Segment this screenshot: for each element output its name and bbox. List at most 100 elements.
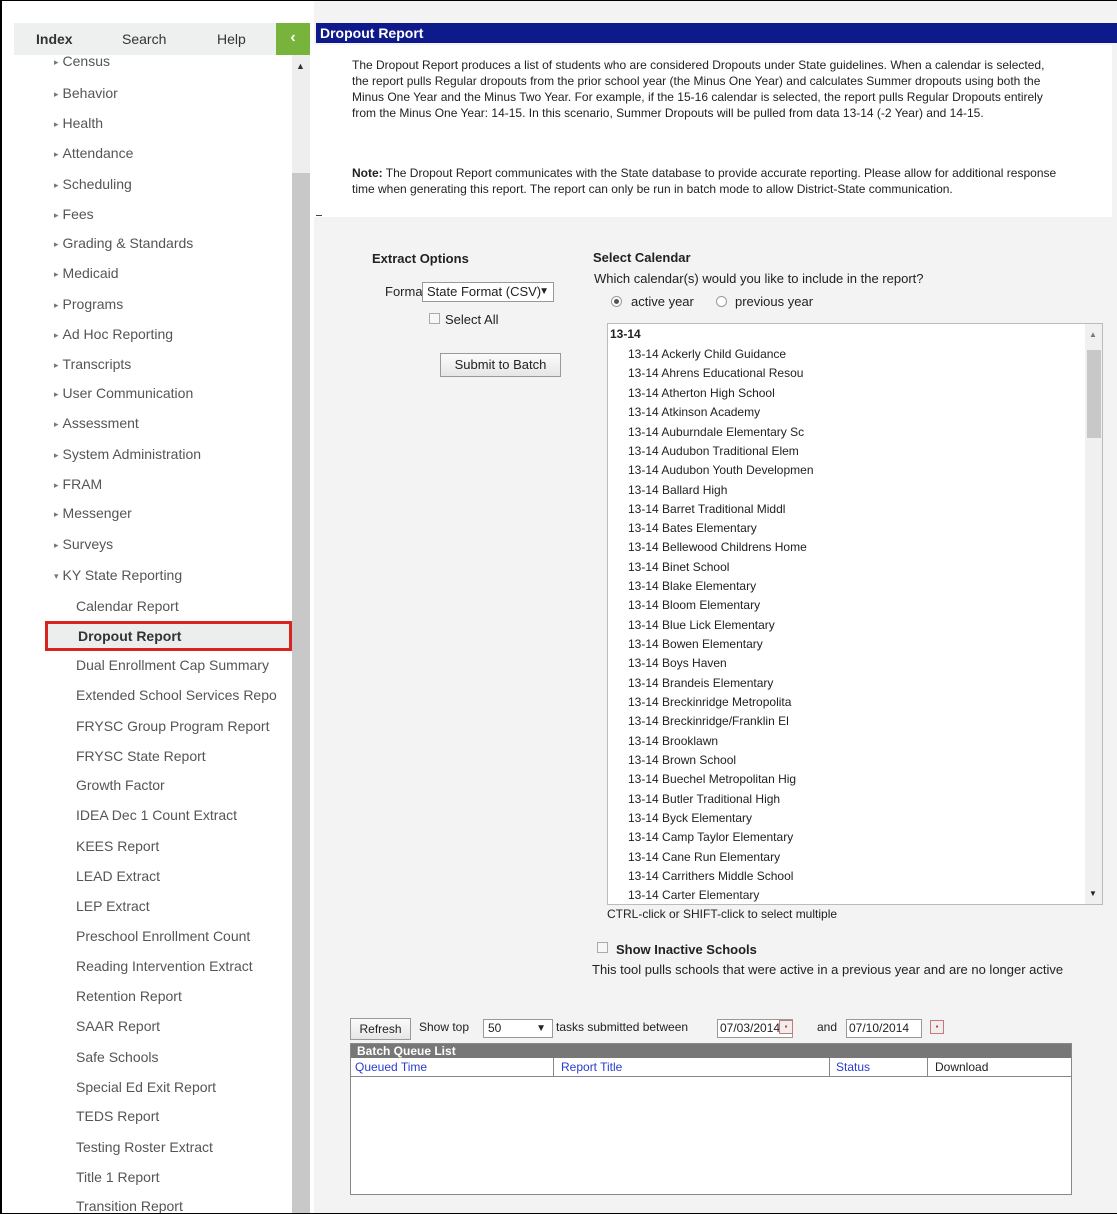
- sidebar-subitem-idea-dec-1-count[interactable]: IDEA Dec 1 Count Extract: [76, 807, 237, 823]
- sidebar-subitem-retention-report[interactable]: Retention Report: [76, 988, 182, 1004]
- scroll-down-icon[interactable]: ▼: [1089, 889, 1097, 898]
- calendar-option[interactable]: 13-14 Ahrens Educational Resou: [628, 366, 803, 380]
- format-select[interactable]: State Format (CSV) ▼: [422, 282, 554, 302]
- sidebar-subitem-frysc-state-report[interactable]: FRYSC State Report: [76, 748, 206, 764]
- calendar-option[interactable]: 13-14 Bellewood Childrens Home: [628, 540, 807, 554]
- column-report-title[interactable]: Report Title: [557, 1058, 830, 1076]
- scroll-up-icon[interactable]: ▲: [296, 61, 305, 71]
- calendar-option[interactable]: 13-14 Buechel Metropolitan Hig: [628, 772, 796, 786]
- batch-queue-table: Batch Queue List Queued Time Report Titl…: [350, 1043, 1072, 1195]
- calendar-picker-icon[interactable]: ▪: [779, 1020, 793, 1034]
- calendar-option[interactable]: 13-14 Byck Elementary: [628, 811, 752, 825]
- calendar-option[interactable]: 13-14 Audubon Youth Developmen: [628, 463, 814, 477]
- tab-search[interactable]: Search: [122, 23, 166, 55]
- calendar-option[interactable]: 13-14 Ackerly Child Guidance: [628, 347, 786, 361]
- calendar-option[interactable]: 13-14 Blue Lick Elementary: [628, 618, 775, 632]
- calendar-option[interactable]: 13-14 Boys Haven: [628, 656, 727, 670]
- sidebar-subitem-growth-factor[interactable]: Growth Factor: [76, 777, 165, 793]
- date-to-field[interactable]: 07/10/2014: [846, 1019, 922, 1038]
- sidebar-item-attendance[interactable]: ▸ Attendance: [54, 145, 133, 161]
- active-year-radio[interactable]: [611, 296, 622, 307]
- sidebar-subitem-reading-intervention[interactable]: Reading Intervention Extract: [76, 958, 253, 974]
- select-all-checkbox[interactable]: [429, 313, 440, 324]
- sidebar-scroll-thumb[interactable]: [292, 173, 310, 1213]
- calendar-option[interactable]: 13-14 Bates Elementary: [628, 521, 757, 535]
- sidebar-item-ky-state-reporting[interactable]: ▾ KY State Reporting: [54, 567, 182, 583]
- scroll-up-icon[interactable]: ▲: [1089, 330, 1097, 339]
- calendar-option[interactable]: 13-14 Breckinridge/Franklin El: [628, 714, 789, 728]
- format-selected-value: State Format (CSV): [427, 284, 542, 299]
- sidebar-item-system-administration[interactable]: ▸ System Administration: [54, 446, 201, 462]
- sidebar-item-fees[interactable]: ▸ Fees: [54, 206, 94, 222]
- calendar-listbox[interactable]: 13-14 13-14 Ackerly Child Guidance 13-14…: [607, 323, 1103, 905]
- submit-to-batch-button[interactable]: Submit to Batch: [440, 353, 561, 377]
- calendar-picker-icon[interactable]: ▪: [930, 1020, 944, 1034]
- sidebar-item-fram[interactable]: ▸ FRAM: [54, 476, 102, 492]
- sidebar-item-scheduling[interactable]: ▸ Scheduling: [54, 176, 132, 192]
- tab-help[interactable]: Help: [217, 23, 246, 55]
- calendar-option[interactable]: 13-14 Audubon Traditional Elem: [628, 444, 799, 458]
- show-inactive-checkbox[interactable]: [597, 942, 608, 953]
- sidebar-item-health[interactable]: ▸ Health: [54, 115, 103, 131]
- sidebar-subitem-dual-enrollment[interactable]: Dual Enrollment Cap Summary: [76, 657, 269, 673]
- show-top-select[interactable]: 50 ▼: [483, 1019, 553, 1038]
- calendar-option[interactable]: 13-14 Auburndale Elementary Sc: [628, 425, 804, 439]
- calendar-option[interactable]: 13-14 Butler Traditional High: [628, 792, 780, 806]
- calendar-option[interactable]: 13-14 Brooklawn: [628, 734, 718, 748]
- sidebar-item-assessment[interactable]: ▸ Assessment: [54, 415, 139, 431]
- sidebar-subitem-extended-school-services[interactable]: Extended School Services Repo: [76, 687, 277, 703]
- sidebar-subitem-saar-report[interactable]: SAAR Report: [76, 1018, 160, 1034]
- sidebar-item-transcripts[interactable]: ▸ Transcripts: [54, 356, 131, 372]
- sidebar-item-programs[interactable]: ▸ Programs: [54, 296, 123, 312]
- calendar-option[interactable]: 13-14 Carter Elementary: [628, 888, 759, 902]
- calendar-option[interactable]: 13-14 Camp Taylor Elementary: [628, 830, 793, 844]
- calendar-list-scrollbar[interactable]: ▲ ▼: [1085, 324, 1102, 904]
- sidebar-subitem-testing-roster[interactable]: Testing Roster Extract: [76, 1139, 213, 1155]
- sidebar-subitem-preschool-enrollment[interactable]: Preschool Enrollment Count: [76, 928, 250, 944]
- column-queued-time[interactable]: Queued Time: [351, 1058, 554, 1076]
- sidebar-subitem-lead-extract[interactable]: LEAD Extract: [76, 868, 160, 884]
- calendar-option[interactable]: 13-14 Binet School: [628, 560, 729, 574]
- sidebar-item-medicaid[interactable]: ▸ Medicaid: [54, 265, 119, 281]
- calendar-option[interactable]: 13-14 Bowen Elementary: [628, 637, 763, 651]
- calendar-option[interactable]: 13-14 Carrithers Middle School: [628, 869, 793, 883]
- sidebar-subitem-kees-report[interactable]: KEES Report: [76, 838, 159, 854]
- sidebar-subitem-transition-report[interactable]: Transition Report: [76, 1198, 183, 1213]
- previous-year-radio[interactable]: [716, 296, 727, 307]
- sidebar-scrollbar[interactable]: ▲: [292, 55, 310, 1213]
- sidebar-item-messenger[interactable]: ▸ Messenger: [54, 505, 132, 521]
- calendar-option[interactable]: 13-14 Ballard High: [628, 483, 727, 497]
- calendar-option[interactable]: 13-14 Breckinridge Metropolita: [628, 695, 791, 709]
- sidebar-item-grading-standards[interactable]: ▸ Grading & Standards: [54, 235, 193, 251]
- sidebar-subitem-special-ed-exit[interactable]: Special Ed Exit Report: [76, 1079, 216, 1095]
- calendar-option[interactable]: 13-14 Brandeis Elementary: [628, 676, 773, 690]
- sidebar-item-census[interactable]: ▸ Census: [54, 55, 110, 69]
- calendar-option[interactable]: 13-14 Atherton High School: [628, 386, 775, 400]
- sidebar-item-behavior[interactable]: ▸ Behavior: [54, 85, 118, 101]
- calendar-option[interactable]: 13-14 Atkinson Academy: [628, 405, 760, 419]
- calendar-list-scroll-thumb[interactable]: [1087, 350, 1101, 438]
- calendar-option[interactable]: 13-14 Barret Traditional Middl: [628, 502, 785, 516]
- sidebar-item-ad-hoc-reporting[interactable]: ▸ Ad Hoc Reporting: [54, 326, 173, 342]
- calendar-option[interactable]: 13-14 Bloom Elementary: [628, 598, 760, 612]
- tab-index[interactable]: Index: [36, 23, 73, 55]
- sidebar-subitem-title-1-report[interactable]: Title 1 Report: [76, 1169, 160, 1185]
- sidebar-subitem-dropout-report[interactable]: Dropout Report: [45, 621, 292, 651]
- sidebar-subitem-teds-report[interactable]: TEDS Report: [76, 1108, 159, 1124]
- batch-queue-header: Queued Time Report Title Status Download: [351, 1058, 1071, 1077]
- sidebar-subitem-lep-extract[interactable]: LEP Extract: [76, 898, 150, 914]
- refresh-button[interactable]: Refresh: [350, 1018, 411, 1040]
- calendar-option[interactable]: 13-14 Cane Run Elementary: [628, 850, 780, 864]
- expand-arrow-icon: ▸: [54, 480, 59, 490]
- multi-select-hint: CTRL-click or SHIFT-click to select mult…: [607, 907, 838, 921]
- sidebar-item-user-communication[interactable]: ▸ User Communication: [54, 385, 193, 401]
- sidebar-item-surveys[interactable]: ▸ Surveys: [54, 536, 113, 552]
- sidebar-subitem-calendar-report[interactable]: Calendar Report: [76, 598, 179, 614]
- collapse-sidebar-icon[interactable]: ‹: [276, 23, 310, 55]
- column-status[interactable]: Status: [832, 1058, 928, 1076]
- sidebar-subitem-frysc-group-program[interactable]: FRYSC Group Program Report: [76, 718, 269, 734]
- collapse-arrow-icon: ▾: [54, 571, 59, 581]
- calendar-option[interactable]: 13-14 Blake Elementary: [628, 579, 756, 593]
- calendar-option[interactable]: 13-14 Brown School: [628, 753, 736, 767]
- sidebar-subitem-safe-schools[interactable]: Safe Schools: [76, 1049, 159, 1065]
